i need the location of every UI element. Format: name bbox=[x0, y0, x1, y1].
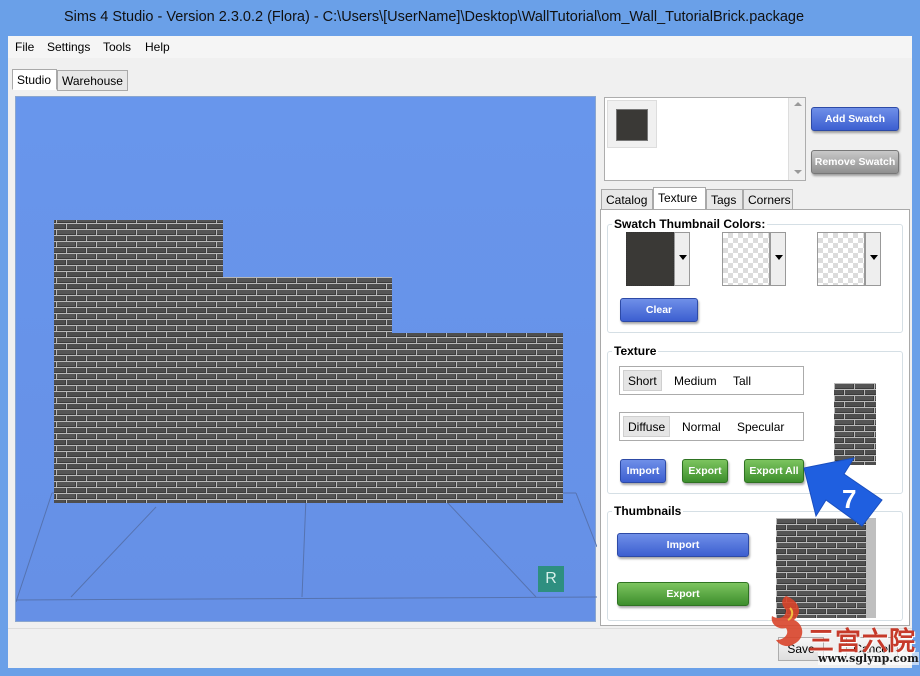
add-swatch-button[interactable]: Add Swatch bbox=[811, 107, 899, 131]
size-medium-option[interactable]: Medium bbox=[674, 374, 717, 388]
swatch-color-1-dropdown[interactable] bbox=[674, 232, 690, 286]
swatch-list[interactable] bbox=[604, 97, 806, 181]
menu-tools[interactable]: Tools bbox=[103, 40, 131, 54]
texture-map-selector: Diffuse Normal Specular bbox=[619, 412, 804, 441]
chevron-down-icon bbox=[870, 255, 878, 260]
map-specular-option[interactable]: Specular bbox=[737, 420, 784, 434]
tab-texture[interactable]: Texture bbox=[653, 187, 706, 210]
menu-bar bbox=[8, 36, 912, 58]
tab-tags[interactable]: Tags bbox=[706, 189, 743, 210]
chevron-down-icon bbox=[679, 255, 687, 260]
scroll-up-icon[interactable] bbox=[794, 102, 802, 106]
swatch-color-3-dropdown[interactable] bbox=[865, 232, 881, 286]
swatch-color-chip bbox=[616, 109, 648, 141]
swatch-colors-title: Swatch Thumbnail Colors: bbox=[612, 217, 768, 231]
swatch-color-2-dropdown[interactable] bbox=[770, 232, 786, 286]
menu-help[interactable]: Help bbox=[145, 40, 170, 54]
texture-title: Texture bbox=[612, 344, 659, 358]
remove-swatch-button[interactable]: Remove Swatch bbox=[811, 150, 899, 174]
swatch-list-item[interactable] bbox=[607, 100, 657, 148]
brick-wall bbox=[54, 220, 563, 503]
texture-import-button[interactable]: Import bbox=[620, 459, 666, 483]
size-tall-option[interactable]: Tall bbox=[733, 374, 751, 388]
swatch-list-scrollbar[interactable] bbox=[788, 98, 805, 180]
swatch-color-3[interactable] bbox=[817, 232, 865, 286]
tab-corners[interactable]: Corners bbox=[743, 189, 793, 210]
thumbnails-title: Thumbnails bbox=[612, 504, 684, 518]
thumbnail-export-button[interactable]: Export bbox=[617, 582, 749, 606]
texture-export-all-button[interactable]: Export All bbox=[744, 459, 804, 483]
swatch-color-1[interactable] bbox=[626, 232, 674, 286]
size-short-option[interactable]: Short bbox=[623, 370, 662, 391]
tab-studio[interactable]: Studio bbox=[12, 69, 57, 90]
chevron-down-icon bbox=[775, 255, 783, 260]
texture-export-button[interactable]: Export bbox=[682, 459, 728, 483]
swatch-color-2[interactable] bbox=[722, 232, 770, 286]
texture-size-selector: Short Medium Tall bbox=[619, 366, 804, 395]
title-bar: Sims 4 Studio - Version 2.3.0.2 (Flora) … bbox=[0, 0, 920, 36]
window-title: Sims 4 Studio - Version 2.3.0.2 (Flora) … bbox=[64, 9, 805, 25]
clear-colors-button[interactable]: Clear bbox=[620, 298, 698, 322]
map-diffuse-option[interactable]: Diffuse bbox=[623, 416, 671, 437]
reset-view-button[interactable]: R bbox=[538, 566, 564, 592]
menu-file[interactable]: File bbox=[15, 40, 34, 54]
step-number: 7 bbox=[842, 484, 857, 514]
menu-settings[interactable]: Settings bbox=[47, 40, 90, 54]
thumbnail-import-button[interactable]: Import bbox=[617, 533, 749, 557]
scroll-down-icon[interactable] bbox=[794, 170, 802, 174]
tab-warehouse[interactable]: Warehouse bbox=[57, 70, 128, 91]
wall-preview bbox=[16, 220, 597, 603]
watermark-url: www.sglynp.com bbox=[818, 652, 919, 665]
map-normal-option[interactable]: Normal bbox=[682, 420, 721, 434]
phoenix-logo bbox=[771, 596, 803, 647]
tab-catalog[interactable]: Catalog bbox=[601, 189, 653, 210]
3d-viewport[interactable]: R bbox=[15, 96, 597, 622]
